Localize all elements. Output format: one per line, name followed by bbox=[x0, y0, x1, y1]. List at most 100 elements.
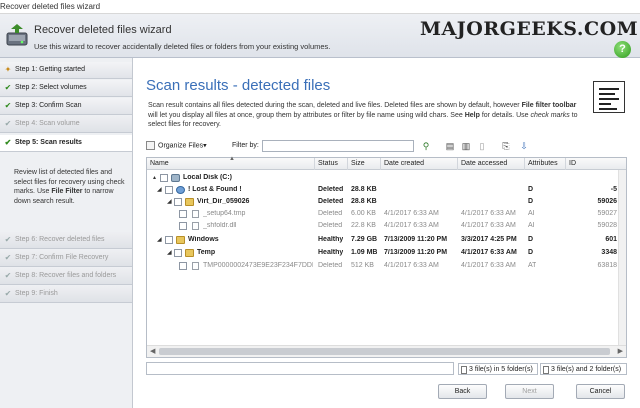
next-button[interactable]: Next bbox=[505, 384, 554, 399]
collapse-icon[interactable]: ◢ bbox=[157, 186, 162, 193]
file-icon bbox=[543, 366, 549, 374]
back-button[interactable]: Back bbox=[438, 384, 487, 399]
row-attributes: AT bbox=[528, 262, 537, 269]
scrollbar-thumb[interactable] bbox=[159, 348, 610, 355]
row-date-accessed: 3/3/2017 4:25 PM bbox=[461, 236, 517, 243]
table-row[interactable]: ◢ Temp Healthy 1.09 MB 7/13/2009 11:20 P… bbox=[147, 247, 619, 259]
column-name[interactable]: Name bbox=[150, 160, 169, 167]
table-row[interactable]: _setup64.tmp Deleted 6.00 KB 4/1/2017 6:… bbox=[147, 208, 619, 220]
selected-count-status: 3 file(s) in 5 folder(s) bbox=[458, 363, 538, 375]
scroll-right-icon[interactable]: ▶ bbox=[618, 347, 623, 355]
table-row[interactable]: ◢ Windows Healthy 7.29 GB 7/13/2009 11:2… bbox=[147, 234, 619, 246]
row-attributes: AI bbox=[528, 210, 535, 217]
step-label: Step 6: Recover deleted files bbox=[15, 236, 105, 243]
row-checkbox[interactable] bbox=[174, 198, 182, 206]
row-id: 59028 bbox=[597, 222, 617, 229]
folder-icon bbox=[176, 236, 185, 244]
step-label: Step 8: Recover files and folders bbox=[15, 272, 117, 279]
organize-files-button[interactable]: Organize Files▾ bbox=[146, 141, 207, 150]
check-icon: ✔ bbox=[4, 101, 12, 110]
total-count-status: 3 file(s) and 2 folder(s) bbox=[540, 363, 627, 375]
row-checkbox[interactable] bbox=[179, 262, 187, 270]
recovery-drive-icon bbox=[6, 24, 28, 46]
row-checkbox[interactable] bbox=[179, 222, 187, 230]
row-status: Healthy bbox=[318, 249, 344, 256]
wand-icon: ✦ bbox=[4, 65, 12, 74]
page-title: Scan results - detected files bbox=[146, 77, 331, 94]
row-id: 59027 bbox=[597, 210, 617, 217]
site-watermark: MAJORGEEKS.COM bbox=[420, 18, 639, 40]
row-checkbox[interactable] bbox=[174, 249, 182, 257]
row-name: Windows bbox=[188, 236, 219, 243]
folder-icon bbox=[185, 198, 194, 206]
row-status: Deleted bbox=[318, 222, 343, 229]
row-date-created: 7/13/2009 11:20 PM bbox=[384, 236, 448, 243]
column-size[interactable]: Size bbox=[351, 160, 365, 167]
step-scan-results[interactable]: ✔ Step 5: Scan results bbox=[0, 135, 132, 152]
apply-filter-icon[interactable]: ⚲ bbox=[420, 140, 432, 152]
row-checkbox[interactable] bbox=[179, 210, 187, 218]
step-getting-started[interactable]: ✦ Step 1: Getting started bbox=[0, 62, 132, 79]
row-size: 1.09 MB bbox=[351, 249, 378, 256]
row-name: Virt_Dir_059026 bbox=[197, 198, 250, 205]
file-icon bbox=[461, 366, 467, 374]
row-size: 6.00 KB bbox=[351, 210, 376, 217]
table-row[interactable]: ◢ Virt_Dir_059026 Deleted 28.8 KB D 5902… bbox=[147, 196, 619, 208]
row-checkbox[interactable] bbox=[160, 174, 168, 182]
filter-input[interactable] bbox=[262, 140, 414, 152]
view-healthy-icon[interactable]: ▯ bbox=[476, 140, 488, 152]
row-attributes: AI bbox=[528, 222, 535, 229]
column-status[interactable]: Status bbox=[318, 160, 338, 167]
row-id: -5 bbox=[610, 186, 617, 193]
export-icon[interactable]: ⇩ bbox=[518, 140, 530, 152]
step-confirm-scan[interactable]: ✔ Step 3: Confirm Scan bbox=[0, 98, 132, 115]
row-date-created: 4/1/2017 6:33 AM bbox=[384, 262, 439, 269]
row-checkbox[interactable] bbox=[165, 186, 173, 194]
page-description: Scan result contains all files detected … bbox=[148, 102, 578, 128]
row-date-created: 7/13/2009 11:20 PM bbox=[384, 249, 448, 256]
column-date-accessed[interactable]: Date accessed bbox=[461, 160, 507, 167]
row-checkbox[interactable] bbox=[165, 236, 173, 244]
view-deleted-icon[interactable]: ▥ bbox=[460, 140, 472, 152]
row-name: Local Disk (C:) bbox=[183, 174, 233, 181]
document-list-icon bbox=[593, 81, 625, 113]
organize-icon bbox=[146, 141, 155, 150]
folder-icon bbox=[185, 249, 194, 257]
step-label: Step 1: Getting started bbox=[15, 66, 86, 73]
status-field bbox=[146, 362, 454, 375]
column-date-created[interactable]: Date created bbox=[384, 160, 424, 167]
column-attributes[interactable]: Attributes bbox=[528, 160, 558, 167]
row-date-accessed: 4/1/2017 6:33 AM bbox=[461, 210, 516, 217]
file-filter-toolbar: Organize Files▾ Filter by: ⚲ ▤ ▥ ▯ ⎘ ⇩ bbox=[146, 140, 626, 154]
vertical-scrollbar[interactable] bbox=[618, 170, 626, 346]
collapse-icon[interactable]: ◢ bbox=[157, 236, 162, 243]
collapse-icon[interactable]: ◢ bbox=[167, 249, 172, 256]
table-row[interactable]: TMP0000002473E9E23F234F7DDF Deleted 512 … bbox=[147, 260, 619, 272]
row-id: 601 bbox=[605, 236, 617, 243]
wizard-header: Recover deleted files wizard Use this wi… bbox=[0, 14, 640, 58]
table-row[interactable]: _shfoldr.dll Deleted 22.8 KB 4/1/2017 6:… bbox=[147, 220, 619, 232]
row-attributes: D bbox=[528, 249, 534, 256]
row-status: Deleted bbox=[318, 186, 344, 193]
column-id[interactable]: ID bbox=[569, 160, 576, 167]
table-row[interactable]: ▴ Local Disk (C:) bbox=[147, 172, 619, 184]
table-row[interactable]: ◢ ! Lost & Found ! Deleted 28.8 KB D -5 bbox=[147, 184, 619, 196]
check-icon: ✔ bbox=[4, 119, 12, 128]
row-id: 3348 bbox=[601, 249, 617, 256]
view-files-icon[interactable]: ▤ bbox=[444, 140, 456, 152]
horizontal-scrollbar[interactable]: ◀ ▶ bbox=[147, 345, 626, 357]
select-files-icon[interactable]: ⎘ bbox=[500, 140, 512, 152]
scan-results-table: ▲ Name Status Size Date created Date acc… bbox=[146, 156, 627, 358]
cancel-button[interactable]: Cancel bbox=[576, 384, 625, 399]
lost-found-icon bbox=[176, 186, 185, 194]
collapse-icon[interactable]: ◢ bbox=[167, 198, 172, 205]
step-label: Step 4: Scan volume bbox=[15, 120, 80, 127]
check-icon: ✔ bbox=[4, 253, 12, 262]
step-select-volumes[interactable]: ✔ Step 2: Select volumes bbox=[0, 80, 132, 97]
scroll-left-icon[interactable]: ◀ bbox=[150, 347, 155, 355]
collapse-icon[interactable]: ▴ bbox=[153, 174, 156, 181]
row-name: Temp bbox=[197, 249, 216, 256]
row-date-accessed: 4/1/2017 6:33 AM bbox=[461, 262, 516, 269]
help-icon[interactable]: ? bbox=[614, 41, 631, 58]
row-date-created: 4/1/2017 6:33 AM bbox=[384, 222, 439, 229]
